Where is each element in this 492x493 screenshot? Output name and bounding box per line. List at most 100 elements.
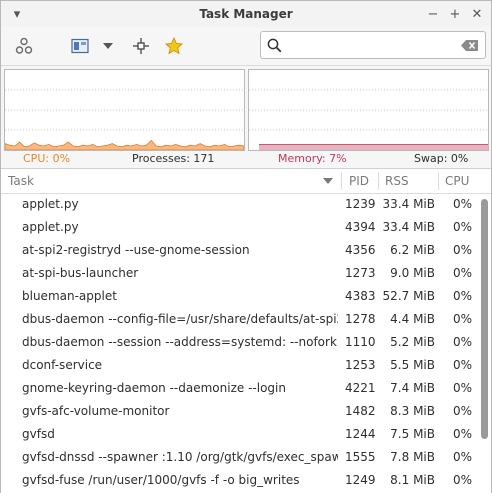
cpu-usage-label: CPU: 0% bbox=[23, 152, 71, 165]
process-name: applet.py bbox=[22, 197, 79, 211]
select-window-button[interactable] bbox=[129, 34, 153, 58]
view-menu-dropdown[interactable] bbox=[99, 34, 117, 58]
process-name: at-spi2-registryd --use-gnome-session bbox=[22, 243, 250, 257]
process-cpu: 0% bbox=[452, 197, 472, 211]
process-rss: 9.0 MiB bbox=[390, 266, 435, 280]
process-row[interactable]: applet.py 4394 33.4 MiB 0% bbox=[1, 216, 477, 239]
process-cpu: 0% bbox=[452, 427, 472, 441]
minimize-button[interactable]: − bbox=[423, 4, 443, 24]
process-rss: 7.8 MiB bbox=[390, 450, 435, 464]
process-rss: 5.5 MiB bbox=[390, 358, 435, 372]
process-pid: 1110 bbox=[345, 335, 375, 349]
process-row[interactable]: dbus-daemon --config-file=/usr/share/def… bbox=[1, 308, 477, 331]
memory-usage-area bbox=[259, 144, 488, 150]
process-row[interactable]: applet.py 1239 33.4 MiB 0% bbox=[1, 193, 477, 216]
window-layout-icon bbox=[71, 38, 89, 54]
search-icon bbox=[267, 38, 282, 53]
process-cpu: 0% bbox=[452, 243, 472, 257]
process-list: Task PID RSS CPU applet.py 1239 33.4 MiB 0%… bbox=[1, 168, 491, 493]
process-name: gvfs-afc-volume-monitor bbox=[22, 404, 170, 418]
tree-view-button[interactable] bbox=[11, 34, 37, 58]
process-cpu: 0% bbox=[452, 220, 472, 234]
column-header-task[interactable]: Task bbox=[8, 174, 34, 188]
process-name: gvfsd-dnssd --spawner :1.10 /org/gtk/gvf… bbox=[22, 450, 338, 464]
process-pid: 1555 bbox=[345, 450, 375, 464]
process-pid: 4383 bbox=[345, 289, 375, 303]
titlebar[interactable]: ▾ Task Manager − + ✕ bbox=[1, 1, 491, 27]
process-cpu: 0% bbox=[452, 335, 472, 349]
process-row[interactable]: gvfsd 1244 7.5 MiB 0% bbox=[1, 423, 477, 446]
process-list-header: Task PID RSS CPU bbox=[1, 169, 491, 194]
about-button[interactable] bbox=[162, 34, 186, 58]
process-rss: 7.4 MiB bbox=[390, 381, 435, 395]
column-header-pid[interactable]: PID bbox=[349, 174, 369, 188]
cpu-history-chart bbox=[4, 89, 245, 151]
column-separator bbox=[378, 172, 379, 190]
column-separator bbox=[438, 172, 439, 190]
process-rss: 8.1 MiB bbox=[390, 473, 435, 487]
process-name: dbus-daemon --session --address=systemd:… bbox=[22, 335, 338, 349]
process-cpu: 0% bbox=[452, 312, 472, 326]
crosshair-icon bbox=[133, 38, 149, 54]
column-header-cpu[interactable]: CPU bbox=[445, 174, 469, 188]
column-header-rss[interactable]: RSS bbox=[385, 174, 409, 188]
process-pid: 1482 bbox=[345, 404, 375, 418]
status-bar: CPU: 0% Processes: 171 Memory: 7% Swap: … bbox=[1, 151, 491, 168]
sort-descending-icon[interactable] bbox=[323, 178, 333, 185]
process-cpu: 0% bbox=[452, 381, 472, 395]
process-row[interactable]: gnome-keyring-daemon --daemonize --login… bbox=[1, 377, 477, 400]
cpu-graph bbox=[4, 69, 245, 151]
process-name: gnome-keyring-daemon --daemonize --login bbox=[22, 381, 286, 395]
process-cpu: 0% bbox=[452, 289, 472, 303]
process-cpu: 0% bbox=[452, 358, 472, 372]
process-pid: 1253 bbox=[345, 358, 375, 372]
chevron-down-icon bbox=[103, 43, 113, 49]
process-pid: 4221 bbox=[345, 381, 375, 395]
process-row[interactable]: dconf-service 1253 5.5 MiB 0% bbox=[1, 354, 477, 377]
process-pid: 4394 bbox=[345, 220, 375, 234]
task-manager-window: ▾ Task Manager − + ✕ CPU: 0% Processes: … bbox=[0, 0, 492, 493]
process-rss: 6.2 MiB bbox=[390, 243, 435, 257]
star-icon bbox=[165, 37, 183, 55]
process-name: dconf-service bbox=[22, 358, 103, 372]
memory-usage-label: Memory: 7% bbox=[278, 152, 347, 165]
process-row[interactable]: gvfsd-dnssd --spawner :1.10 /org/gtk/gvf… bbox=[1, 446, 477, 469]
process-rss: 7.5 MiB bbox=[390, 427, 435, 441]
process-row[interactable]: dbus-daemon --session --address=systemd:… bbox=[1, 331, 477, 354]
process-cpu: 0% bbox=[452, 473, 472, 487]
process-pid: 4356 bbox=[345, 243, 375, 257]
process-rss: 52.7 MiB bbox=[382, 289, 435, 303]
process-rss: 33.4 MiB bbox=[382, 197, 435, 211]
process-name: applet.py bbox=[22, 220, 79, 234]
search-box[interactable] bbox=[260, 31, 486, 59]
clear-search-icon[interactable] bbox=[461, 40, 479, 51]
minimize-icon: − bbox=[427, 6, 439, 22]
process-rss: 5.2 MiB bbox=[390, 335, 435, 349]
process-tree-icon bbox=[15, 37, 33, 54]
column-separator bbox=[341, 172, 342, 190]
process-name: blueman-applet bbox=[22, 289, 117, 303]
search-input[interactable] bbox=[289, 35, 457, 57]
vertical-scrollbar[interactable] bbox=[479, 195, 489, 491]
process-name: gvfsd bbox=[22, 427, 55, 441]
process-row[interactable]: gvfs-afc-volume-monitor 1482 8.3 MiB 0% bbox=[1, 400, 477, 423]
processes-count-label: Processes: 171 bbox=[132, 152, 215, 165]
process-rss: 8.3 MiB bbox=[390, 404, 435, 418]
process-cpu: 0% bbox=[452, 450, 472, 464]
process-row[interactable]: at-spi2-registryd --use-gnome-session 435… bbox=[1, 239, 477, 262]
process-row[interactable]: gvfsd-fuse /run/user/1000/gvfs -f -o big… bbox=[1, 469, 477, 492]
process-name: gvfsd-fuse /run/user/1000/gvfs -f -o big… bbox=[22, 473, 300, 487]
cpu-usage-area bbox=[4, 139, 245, 151]
process-pid: 1249 bbox=[345, 473, 375, 487]
maximize-button[interactable]: + bbox=[445, 4, 465, 24]
maximize-icon: + bbox=[449, 6, 461, 22]
view-columns-button[interactable] bbox=[67, 34, 93, 58]
process-cpu: 0% bbox=[452, 404, 472, 418]
process-row[interactable]: blueman-applet 4383 52.7 MiB 0% bbox=[1, 285, 477, 308]
graphs-area bbox=[1, 66, 491, 152]
memory-graph bbox=[248, 69, 489, 151]
process-pid: 1239 bbox=[345, 197, 375, 211]
close-button[interactable]: ✕ bbox=[467, 4, 487, 24]
process-row[interactable]: at-spi-bus-launcher 1273 9.0 MiB 0% bbox=[1, 262, 477, 285]
scrollbar-thumb[interactable] bbox=[481, 199, 488, 439]
